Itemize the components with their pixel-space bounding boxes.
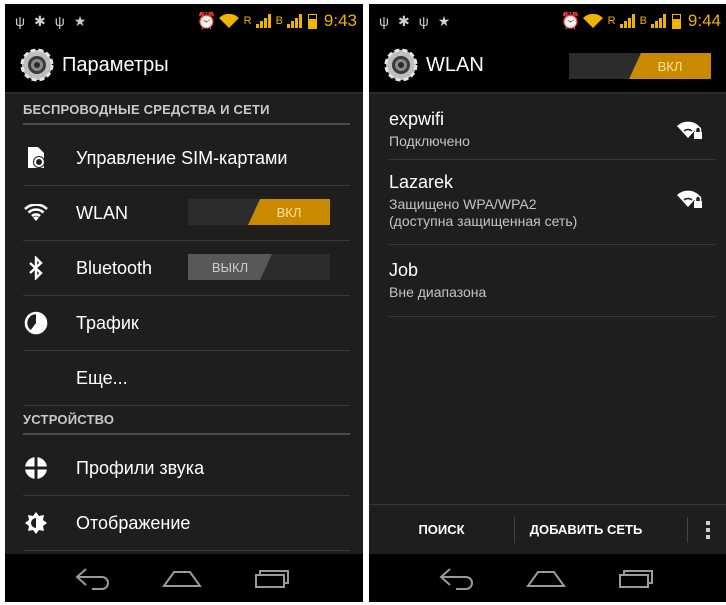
usb-icon: ψ: [15, 12, 25, 29]
back-icon[interactable]: [74, 566, 112, 590]
wlan-toggle[interactable]: ВКЛ: [188, 199, 330, 225]
sound-profile-icon: [23, 455, 49, 481]
network-status: Защищено WPA/WPA2: [389, 196, 537, 212]
android-debug-icon: ✱: [33, 12, 46, 29]
star-icon: ★: [437, 12, 451, 29]
search-button[interactable]: ПОИСК: [369, 522, 514, 537]
wlan-master-toggle[interactable]: ВКЛ: [569, 53, 711, 79]
page-title: Параметры: [62, 53, 169, 76]
recent-apps-icon[interactable]: [252, 566, 294, 590]
toggle-off-label: ВЫКЛ: [188, 254, 272, 280]
settings-item-traffic[interactable]: Трафик: [23, 296, 350, 351]
toggle-on-label: ВКЛ: [248, 199, 330, 225]
wifi-icon: [23, 200, 49, 226]
settings-item-label: Bluetooth: [76, 257, 153, 278]
settings-gear-icon[interactable]: [383, 47, 419, 83]
bluetooth-toggle[interactable]: ВЫКЛ: [188, 254, 330, 280]
usb-icon: ψ: [379, 12, 389, 29]
wifi-signal-icon: [582, 13, 603, 28]
settings-item-label: Отображение: [76, 512, 191, 533]
recent-apps-icon[interactable]: [616, 566, 658, 590]
settings-item-label: Еще...: [76, 367, 128, 388]
settings-item-label: Управление SIM-картами: [76, 147, 288, 168]
settings-item-label: WLAN: [76, 202, 129, 223]
settings-item-display[interactable]: Отображение: [23, 496, 350, 551]
section-header-device: УСТРОЙСТВО: [23, 412, 350, 435]
wifi-signal-icon: [218, 13, 239, 28]
section-header-wireless: БЕСПРОВОДНЫЕ СРЕДСТВА И СЕТИ: [23, 102, 350, 125]
alarm-icon: ⏰: [196, 13, 217, 30]
action-bar: Параметры: [5, 38, 363, 94]
network-type-icon: R: [243, 15, 252, 27]
settings-item-sound-profiles[interactable]: Профили звука: [23, 441, 350, 496]
battery-icon: [671, 13, 681, 29]
status-bar: ψ ✱ ψ ★ ⏰ R B 9:44: [369, 4, 726, 38]
home-icon[interactable]: [524, 566, 568, 590]
home-icon[interactable]: [160, 566, 204, 590]
network-ssid: Lazarek: [389, 172, 454, 192]
network-ssid: expwifi: [389, 109, 445, 129]
secured-wifi-signal-icon: [677, 190, 702, 208]
status-bar: ψ ✱ ψ ★ ⏰ R B 9:43: [5, 4, 363, 38]
page-title: WLAN: [426, 53, 484, 76]
action-bar: WLAN ВКЛ: [369, 38, 726, 94]
wlan-screen: ψ ✱ ψ ★ ⏰ R B 9:44 WLAN ВКЛ expwifi Подк…: [369, 4, 726, 602]
alarm-icon: ⏰: [560, 13, 581, 30]
display-brightness-icon: [23, 510, 49, 536]
settings-item-sim[interactable]: Управление SIM-картами: [23, 131, 350, 186]
add-network-button[interactable]: ДОБАВИТЬ СЕТЬ: [515, 522, 657, 537]
star-icon: ★: [73, 12, 87, 29]
android-debug-icon: ✱: [397, 12, 410, 29]
battery-icon: [307, 13, 317, 29]
network-type-icon: R: [607, 15, 616, 27]
back-icon[interactable]: [438, 566, 476, 590]
settings-item-wlan[interactable]: WLAN ВКЛ: [23, 186, 350, 241]
navigation-bar: [5, 554, 363, 602]
settings-item-label: Профили звука: [76, 457, 205, 478]
clock: 9:43: [323, 11, 357, 30]
wifi-network-item[interactable]: Job Вне диапазона: [389, 246, 715, 317]
network-status: Подключено: [389, 133, 470, 149]
sim-card-icon: [23, 145, 49, 171]
network-type-icon: B: [639, 15, 647, 27]
cell-signal-1-icon: [255, 14, 271, 28]
settings-item-bluetooth[interactable]: Bluetooth ВЫКЛ: [23, 241, 350, 296]
cell-signal-2-icon: [650, 14, 666, 28]
network-status: Вне диапазона: [389, 284, 487, 300]
settings-screen: ψ ✱ ψ ★ ⏰ R B 9:43 Параметры БЕСПРОВОДНЫ…: [5, 4, 363, 602]
settings-item-label: Трафик: [76, 312, 139, 333]
network-type-icon: B: [275, 15, 283, 27]
data-usage-icon: [23, 310, 49, 336]
network-status-detail: (доступна защищенная сеть): [389, 213, 578, 229]
usb-icon: ψ: [54, 12, 65, 29]
cell-signal-2-icon: [286, 14, 302, 28]
secured-wifi-signal-icon: [677, 121, 702, 139]
settings-gear-icon[interactable]: [19, 47, 55, 83]
overflow-menu-icon[interactable]: [687, 516, 726, 543]
network-ssid: Job: [389, 260, 419, 280]
toggle-on-label: ВКЛ: [629, 53, 711, 79]
cell-signal-1-icon: [619, 14, 635, 28]
wifi-network-item[interactable]: expwifi Подключено: [389, 100, 715, 160]
clock: 9:44: [687, 11, 721, 30]
bluetooth-icon: [23, 255, 49, 281]
wifi-network-item[interactable]: Lazarek Защищено WPA/WPA2 (доступна защи…: [389, 161, 715, 245]
navigation-bar: [369, 554, 726, 602]
bottom-action-bar: ПОИСК ДОБАВИТЬ СЕТЬ: [369, 504, 726, 554]
settings-item-more[interactable]: Еще...: [23, 351, 350, 406]
usb-icon: ψ: [418, 12, 429, 29]
